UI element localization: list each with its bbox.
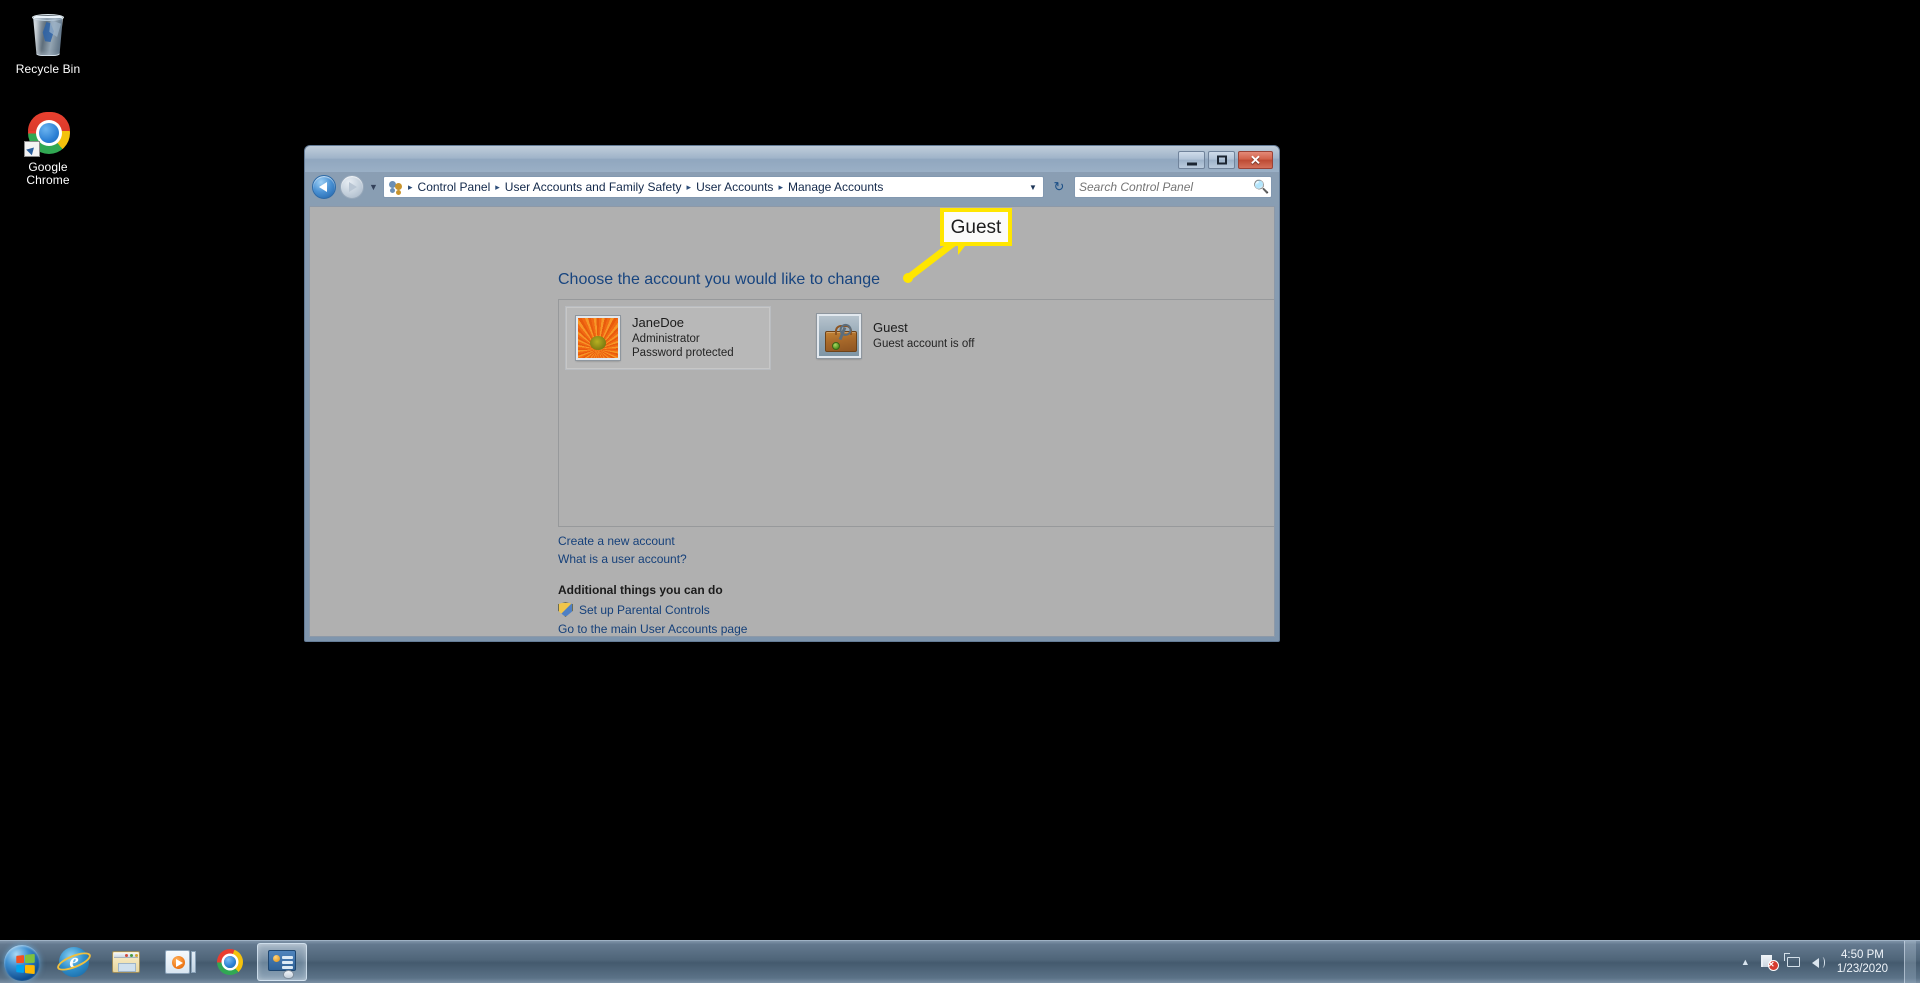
recycle-bin-icon (24, 12, 72, 60)
google-chrome-icon (24, 110, 72, 158)
link-label: Set up Parental Controls (579, 602, 710, 617)
network-icon[interactable] (1783, 952, 1802, 971)
window-titlebar[interactable]: ✕ (305, 146, 1279, 172)
link-what-is-a-user-account[interactable]: What is a user account? (558, 552, 687, 566)
breadcrumb-item-user-accounts[interactable]: User Accounts (693, 178, 776, 196)
desktop-icon-list: Recycle Bin Google Chrome (0, 0, 120, 191)
windows-explorer-icon (111, 947, 141, 977)
account-tile-janedoe[interactable]: JaneDoe Administrator Password protected (565, 306, 771, 371)
taskbar: ▲ ✕ 4:50 PM 1/23/2020 (0, 940, 1920, 983)
taskbar-item-internet-explorer[interactable] (49, 943, 99, 981)
sunflower-avatar (575, 315, 621, 362)
system-tray: ▲ ✕ 4:50 PM 1/23/2020 (1739, 940, 1920, 983)
tray-expand-chevron-up-icon[interactable]: ▲ (1739, 957, 1752, 967)
back-button[interactable] (312, 175, 336, 199)
annotation-callout-label: Guest (950, 216, 1002, 238)
window-controls: ✕ (1178, 151, 1273, 169)
refresh-icon[interactable]: ↻ (1048, 176, 1070, 198)
account-tile-guest[interactable]: Guest Guest account is off (807, 306, 1013, 366)
desktop-icon-label: Google Chrome (26, 160, 70, 187)
user-accounts-icon (388, 179, 404, 195)
desktop-icon-google-chrome[interactable]: Google Chrome (0, 106, 96, 191)
search-icon: 🔍 (1253, 179, 1270, 194)
accounts-list-panel: JaneDoe Administrator Password protected… (558, 299, 1274, 527)
action-center-flag-icon[interactable]: ✕ (1760, 954, 1779, 971)
clock[interactable]: 4:50 PM 1/23/2020 (1835, 948, 1896, 976)
suitcase-avatar (816, 313, 862, 359)
show-desktop-button[interactable] (1904, 940, 1916, 983)
link-create-a-new-account[interactable]: Create a new account (558, 534, 675, 548)
close-button[interactable]: ✕ (1238, 151, 1273, 169)
volume-icon[interactable] (1810, 954, 1827, 971)
taskbar-item-windows-media-player[interactable] (153, 943, 203, 981)
taskbar-item-manage-accounts[interactable] (257, 943, 307, 981)
breadcrumb-separator: ▸ (495, 181, 500, 192)
breadcrumb-item-control-panel[interactable]: Control Panel (415, 178, 494, 196)
taskbar-item-google-chrome[interactable] (205, 943, 255, 981)
annotation-callout-tail (958, 242, 968, 255)
navigation-bar: ▼ ▸ Control Panel ▸ User Accounts and Fa… (309, 172, 1275, 202)
desktop-icon-label: Recycle Bin (15, 62, 81, 76)
search-input[interactable] (1079, 180, 1253, 194)
address-bar[interactable]: ▸ Control Panel ▸ User Accounts and Fami… (383, 176, 1044, 198)
window-content: Choose the account you would like to cha… (309, 206, 1275, 637)
maximize-button[interactable] (1208, 151, 1235, 169)
page-title: Choose the account you would like to cha… (558, 271, 880, 288)
breadcrumb-item-manage-accounts[interactable]: Manage Accounts (785, 178, 886, 196)
breadcrumb-separator: ▸ (408, 181, 413, 192)
breadcrumb: ▸ Control Panel ▸ User Accounts and Fami… (406, 178, 1025, 196)
taskbar-item-windows-explorer[interactable] (101, 943, 151, 981)
recent-pages-chevron-down-icon[interactable]: ▼ (368, 182, 379, 192)
account-info: Guest Guest account is off (873, 320, 974, 351)
search-box[interactable]: 🔍 (1074, 176, 1272, 198)
breadcrumb-separator: ▸ (778, 181, 783, 192)
minimize-button[interactable] (1178, 151, 1205, 169)
address-chevron-down-icon[interactable]: ▼ (1025, 183, 1041, 192)
internet-explorer-icon (54, 947, 94, 977)
windows-start-orb-icon (4, 945, 40, 981)
link-go-to-main-user-accounts-page[interactable]: Go to the main User Accounts page (558, 622, 747, 636)
control-panel-window: ✕ ▼ ▸ Control Panel ▸ User Accounts and … (304, 145, 1280, 642)
account-status: Password protected (632, 347, 734, 360)
shield-icon (558, 602, 573, 617)
account-name: Guest (873, 320, 908, 336)
forward-button[interactable] (340, 175, 364, 199)
google-chrome-icon (215, 947, 245, 977)
annotation-callout-guest: Guest (940, 208, 1012, 255)
breadcrumb-item-user-accounts-and-family-safety[interactable]: User Accounts and Family Safety (502, 178, 685, 196)
windows-media-player-icon (163, 947, 196, 977)
clock-time: 4:50 PM (1841, 949, 1884, 961)
desktop-icon-recycle-bin[interactable]: Recycle Bin (0, 8, 96, 80)
account-role: Administrator (632, 332, 700, 345)
link-set-up-parental-controls[interactable]: Set up Parental Controls (558, 602, 710, 617)
account-status: Guest account is off (873, 337, 975, 350)
account-info: JaneDoe Administrator Password protected (632, 315, 734, 361)
start-button[interactable] (1, 943, 47, 981)
shortcut-overlay-icon (24, 141, 40, 157)
additional-things-heading: Additional things you can do (558, 583, 723, 597)
breadcrumb-separator: ▸ (686, 181, 692, 192)
clock-date: 1/23/2020 (1836, 963, 1888, 975)
account-name: JaneDoe (632, 315, 685, 330)
control-panel-icon (267, 947, 297, 979)
